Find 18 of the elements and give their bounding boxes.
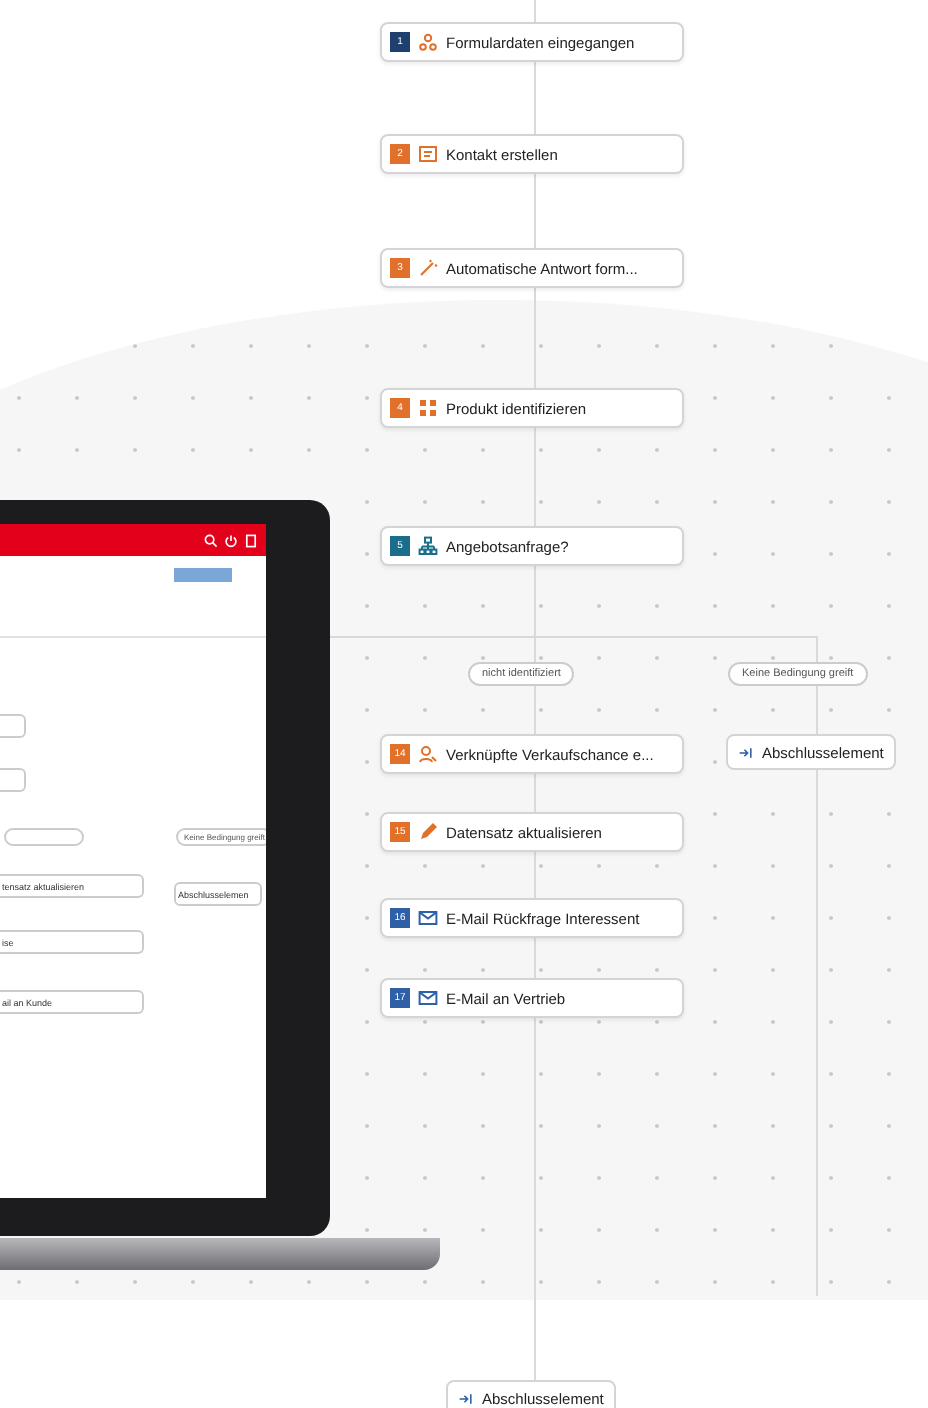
envelope-icon — [418, 908, 438, 928]
form-icon — [418, 144, 438, 164]
arrow-to-bar-icon — [458, 1391, 474, 1405]
arrow-to-bar-icon — [738, 745, 754, 759]
toolbar-button[interactable] — [174, 568, 232, 582]
mini-step — [0, 768, 26, 792]
document-icon — [244, 533, 258, 547]
envelope-icon — [418, 988, 438, 1008]
people-icon — [418, 32, 438, 52]
mini-step — [0, 714, 26, 738]
hierarchy-icon — [418, 536, 438, 556]
grid-icon — [418, 398, 438, 418]
pencil-icon — [418, 822, 438, 842]
search-icon — [204, 533, 218, 547]
person-icon — [418, 744, 438, 764]
mini-branch-label — [4, 828, 84, 846]
power-icon — [224, 533, 238, 547]
magic-wand-icon — [418, 258, 438, 278]
